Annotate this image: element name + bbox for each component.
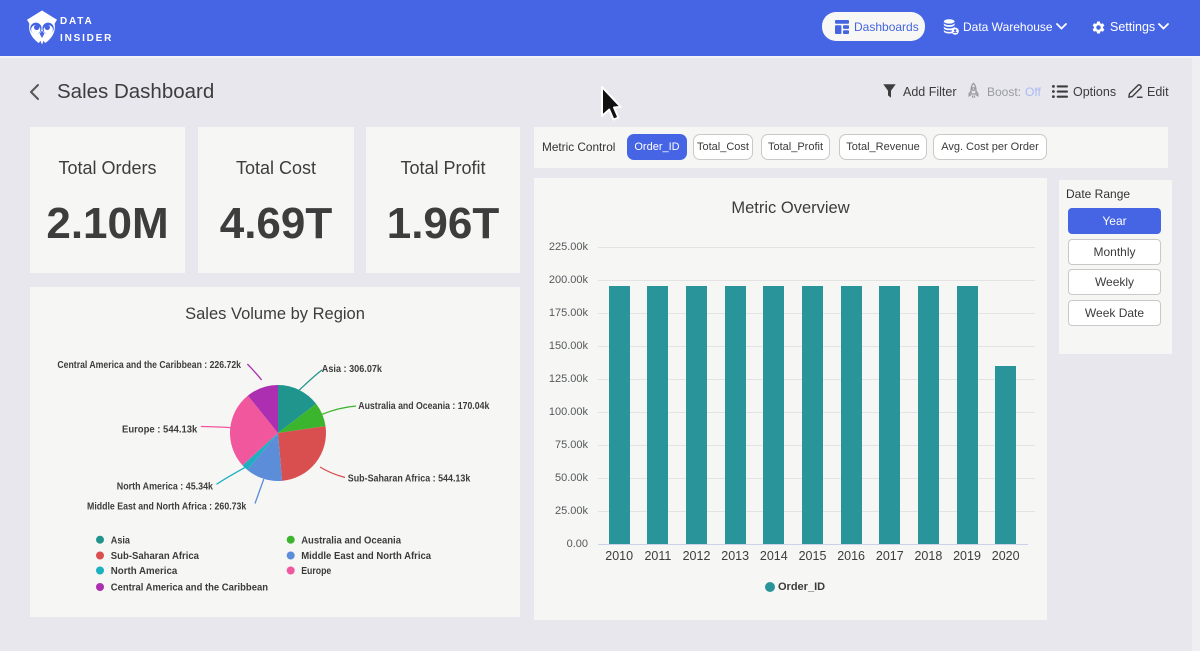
svg-text:Australia and Oceania : 170.04: Australia and Oceania : 170.04k [358, 400, 489, 412]
svg-text:Asia: Asia [111, 534, 130, 546]
svg-text:Middle East and North Africa: Middle East and North Africa [301, 550, 431, 562]
svg-text:Europe : 544.13k: Europe : 544.13k [122, 424, 197, 436]
svg-text:Europe: Europe [301, 565, 331, 577]
svg-text:Central America and the Caribb: Central America and the Caribbean : 226.… [57, 359, 241, 371]
svg-text:North America : 45.34k: North America : 45.34k [117, 481, 213, 493]
svg-text:Asia : 306.07k: Asia : 306.07k [322, 363, 382, 375]
svg-text:Sub-Saharan Africa : 544.13k: Sub-Saharan Africa : 544.13k [348, 473, 471, 485]
svg-text:North America: North America [111, 565, 178, 577]
svg-text:Middle East and North Africa :: Middle East and North Africa : 260.73k [87, 501, 246, 513]
svg-text:Australia and Oceania: Australia and Oceania [301, 534, 401, 546]
svg-text:Central America and the Caribb: Central America and the Caribbean [111, 582, 268, 594]
svg-text:Sub-Saharan Africa: Sub-Saharan Africa [111, 550, 199, 562]
